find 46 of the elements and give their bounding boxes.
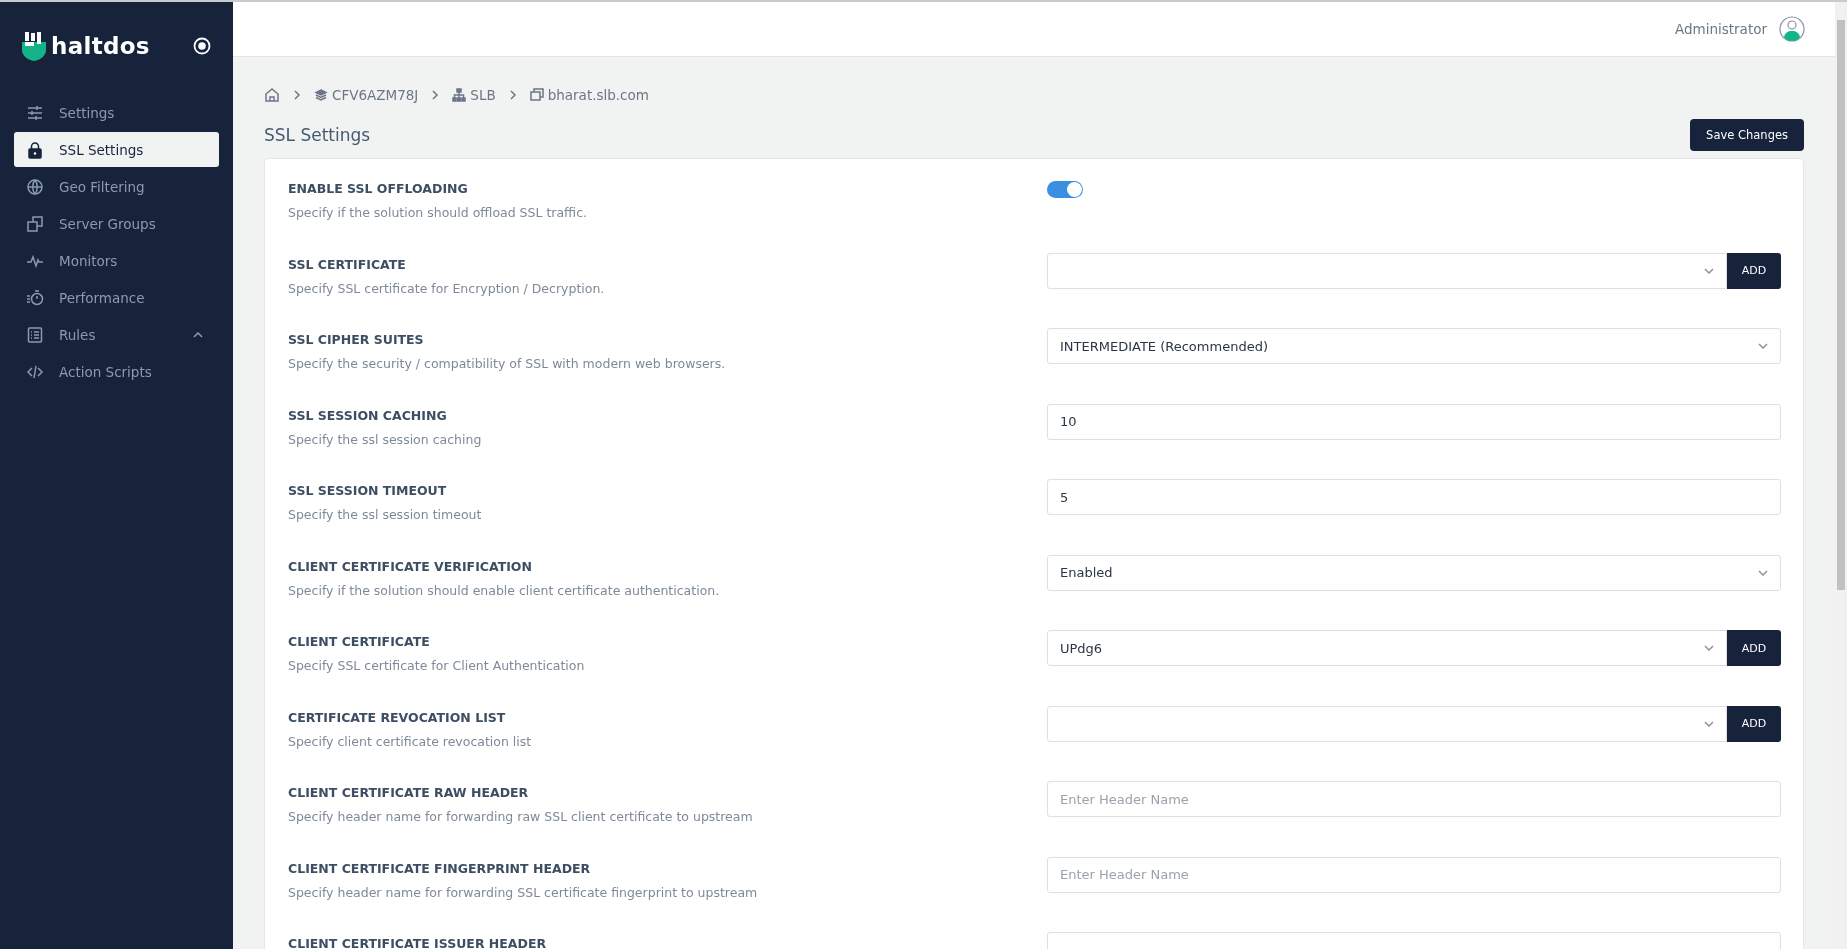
- input-field[interactable]: Enter Header Name: [1047, 856, 1781, 893]
- breadcrumb-link[interactable]: bharat.slb.com: [529, 87, 649, 103]
- sidebar-item[interactable]: Performance: [14, 280, 219, 315]
- setting-label: CLIENT CERTIFICATE: [288, 634, 431, 649]
- dropdown[interactable]: INTERMEDIATE (Recommended): [1047, 328, 1781, 364]
- input-field[interactable]: 5: [1047, 479, 1781, 515]
- setting-description: Specify SSL certificate for Client Authentication: [288, 658, 586, 673]
- setting-description: Specify the ssl session timeout: [288, 507, 483, 522]
- sidebar-item[interactable]: Monitors: [14, 243, 219, 278]
- setting-description: Specify client certificate revocation list: [288, 733, 533, 749]
- dropdown[interactable]: Enabled: [1047, 554, 1781, 591]
- user-name[interactable]: Administrator: [1674, 21, 1767, 37]
- setting-description: Specify header name for forwarding raw SSL client certificate to upstream: [288, 809, 754, 824]
- sidebar-item[interactable]: Geo Filtering: [14, 169, 219, 204]
- sidebar-item[interactable]: Rules: [14, 317, 219, 352]
- sidebar-item[interactable]: Settings: [14, 95, 219, 130]
- setting-label: CLIENT CERTIFICATE VERIFICATION: [288, 558, 533, 574]
- setting-label: SSL CERTIFICATE: [288, 256, 407, 272]
- setting-label: CERTIFICATE REVOCATION LIST: [288, 709, 507, 725]
- sidebar-item[interactable]: SSL Settings: [14, 132, 219, 167]
- setting-description: Specify SSL certificate for Encryption / Decryption.: [288, 280, 606, 296]
- add-button[interactable]: ADD: [1727, 252, 1781, 289]
- add-button[interactable]: ADD: [1727, 705, 1781, 742]
- breadcrumb-link[interactable]: CFV6AZM78J: [314, 87, 419, 103]
- page-title: SSL Settings: [264, 125, 371, 145]
- setting-label: SSL CIPHER SUITES: [288, 332, 425, 347]
- setting-label: CLIENT CERTIFICATE ISSUER HEADER: [288, 936, 548, 949]
- breadcrumb-link[interactable]: SLB: [452, 87, 496, 103]
- setting-label: ENABLE SSL OFFLOADING: [288, 181, 469, 196]
- sidebar-item[interactable]: Server Groups: [14, 206, 219, 241]
- setting-label: CLIENT CERTIFICATE FINGERPRINT HEADER: [288, 860, 592, 876]
- setting-description: Specify the security / compatibility of SSL with modern web browsers.: [288, 356, 727, 371]
- dropdown[interactable]: UPdg6: [1047, 630, 1727, 666]
- sidebar-item[interactable]: Action Scripts: [14, 354, 219, 389]
- input-field[interactable]: Enter Header Name: [1047, 781, 1781, 817]
- setting-description: Specify if the solution should enable client certificate authentication.: [288, 582, 721, 598]
- setting-label: SSL SESSION CACHING: [288, 407, 448, 423]
- setting-label: CLIENT CERTIFICATE RAW HEADER: [288, 785, 530, 800]
- setting-label: SSL SESSION TIMEOUT: [288, 483, 448, 498]
- setting-description: Specify the ssl session caching: [288, 431, 483, 447]
- brand-name: haltdos: [51, 33, 151, 59]
- setting-description: Specify header name for forwarding SSL certificate fingerprint to upstream: [288, 884, 759, 900]
- input-field[interactable]: 10: [1047, 403, 1781, 440]
- setting-description: Specify if the solution should offload SSL traffic.: [288, 205, 589, 220]
- add-button[interactable]: ADD: [1727, 630, 1781, 666]
- save-changes-button[interactable]: Save Changes: [1690, 119, 1804, 151]
